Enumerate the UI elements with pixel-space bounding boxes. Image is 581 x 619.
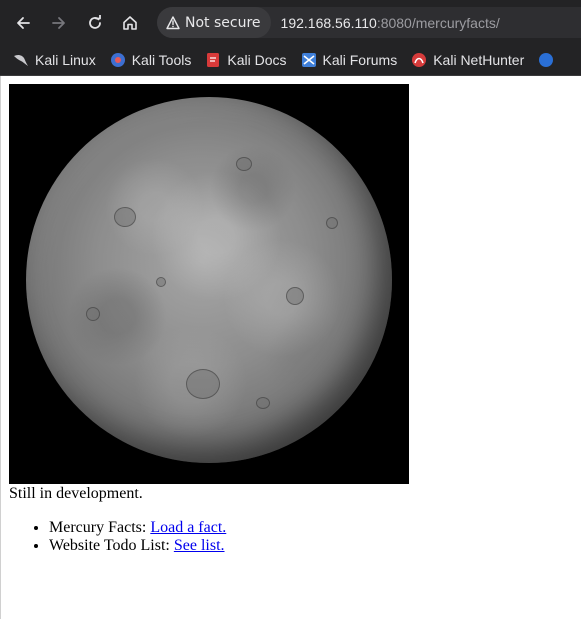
bookmark-label: Kali NetHunter [433, 52, 525, 68]
reload-icon [89, 15, 101, 29]
forward-button[interactable] [47, 11, 71, 35]
url-text[interactable]: 192.168.56.110:8080/mercuryfacts/ [281, 15, 500, 31]
bookmarks-bar: Kali Linux Kali Tools Kali Docs Kali For… [0, 45, 581, 76]
crater [236, 157, 252, 171]
back-button[interactable] [11, 11, 35, 35]
crater [186, 369, 220, 399]
crater [256, 397, 270, 409]
home-button[interactable] [118, 11, 142, 35]
security-label: Not secure [185, 14, 261, 31]
list-item-label: Mercury Facts: [49, 519, 151, 536]
kali-dragon-icon [13, 52, 29, 68]
home-icon [123, 16, 137, 30]
kali-forums-icon [301, 52, 317, 68]
bookmark-kali-nethunter[interactable]: Kali NetHunter [411, 52, 524, 68]
page-content: Still in development. Mercury Facts: Loa… [0, 76, 581, 619]
list-item-label: Website Todo List: [49, 537, 174, 554]
todo-list-link[interactable]: See list. [174, 537, 225, 554]
mercury-image [9, 84, 409, 484]
reload-button[interactable] [83, 11, 107, 35]
bookmark-kali-tools[interactable]: Kali Tools [110, 52, 192, 68]
kali-tools-icon [110, 52, 126, 68]
bookmark-kali-docs[interactable]: Kali Docs [205, 52, 287, 68]
crater [286, 287, 304, 305]
list-item: Mercury Facts: Load a fact. [49, 519, 226, 537]
load-fact-link[interactable]: Load a fact. [150, 519, 226, 536]
kali-docs-icon [205, 52, 221, 68]
address-bar[interactable]: Not secure 192.168.56.110:8080/mercuryfa… [157, 7, 581, 38]
links-list: Mercury Facts: Load a fact. Website Todo… [9, 519, 226, 555]
bookmark-label: Kali Forums [322, 52, 398, 68]
list-item: Website Todo List: See list. [49, 537, 226, 555]
mercury-sphere [26, 97, 392, 463]
crater [86, 307, 100, 321]
kali-nethunter-icon [411, 52, 427, 68]
warning-icon [166, 15, 180, 30]
crater [326, 217, 338, 229]
bookmark-kali-linux[interactable]: Kali Linux [13, 52, 96, 68]
status-text: Still in development. [9, 485, 143, 502]
arrow-left-icon [17, 17, 30, 29]
browser-toolbar: Not secure 192.168.56.110:8080/mercuryfa… [0, 0, 581, 45]
crater [156, 277, 166, 287]
security-chip[interactable]: Not secure [157, 7, 271, 38]
arrow-right-icon [52, 17, 65, 29]
bookmark-overflow[interactable] [538, 52, 560, 68]
bookmark-label: Kali Tools [131, 52, 192, 68]
bookmark-kali-forums[interactable]: Kali Forums [301, 52, 398, 68]
globe-icon [538, 52, 554, 68]
bookmark-label: Kali Linux [35, 52, 96, 68]
crater [114, 207, 136, 227]
bookmark-label: Kali Docs [227, 52, 287, 68]
url-host: 192.168.56.110 [280, 14, 377, 31]
url-path: :8080/mercuryfacts/ [376, 14, 500, 31]
